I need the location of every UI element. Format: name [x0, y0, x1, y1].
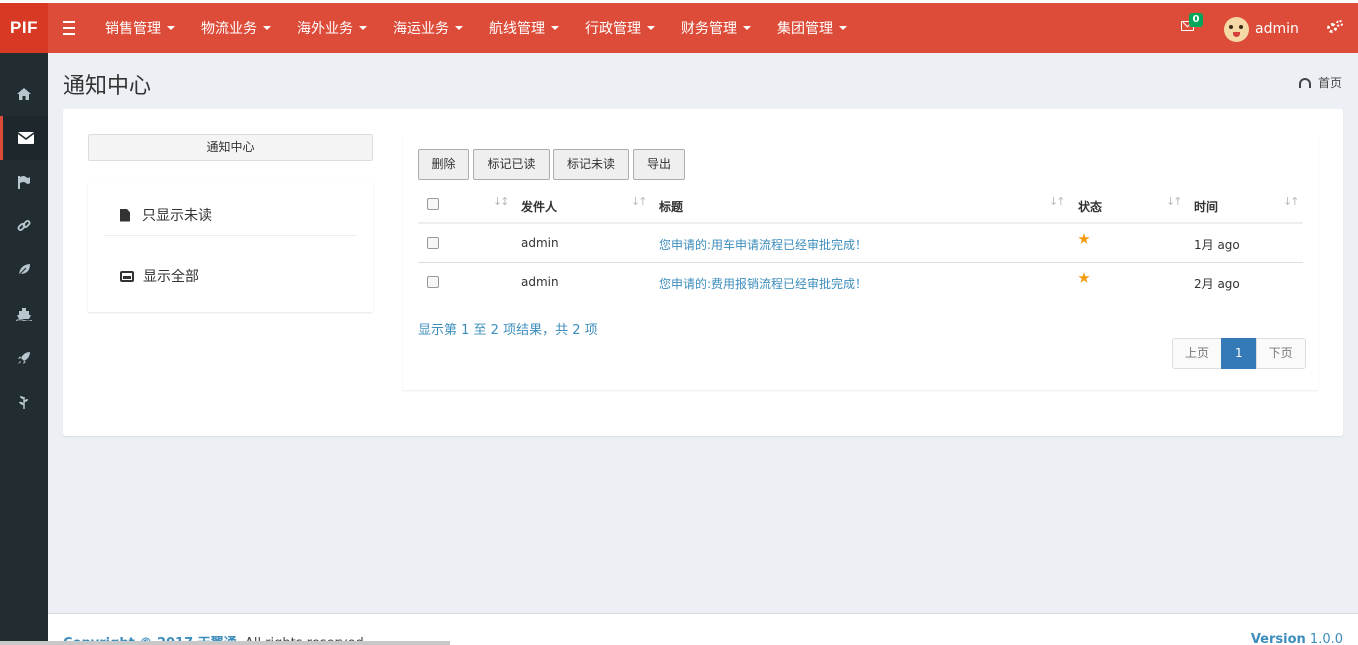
sidebar — [0, 53, 48, 645]
menu-logistics[interactable]: 物流业务 — [188, 3, 284, 53]
row-checkbox[interactable] — [427, 237, 439, 249]
sidebar-item-ship[interactable] — [0, 292, 48, 336]
link-icon — [17, 220, 31, 231]
row-time: 2月 ago — [1194, 277, 1240, 291]
caret-down-icon — [455, 26, 463, 30]
envelope-icon — [17, 132, 34, 144]
divider — [104, 235, 357, 236]
menu-shipping[interactable]: 海运业务 — [380, 3, 476, 53]
row-title-link[interactable]: 您申请的:用车申请流程已经审批完成！ — [659, 236, 867, 253]
row-sender: admin — [521, 236, 559, 250]
filter-panel: 只显示未读 显示全部 — [88, 181, 373, 312]
pagelines-icon — [19, 396, 28, 409]
gears-icon[interactable] — [1327, 20, 1343, 36]
mark-unread-button[interactable]: 标记未读 — [553, 149, 629, 180]
notification-box: 通知中心 只显示未读 显示全部 删除 标记已读 标记未读 导出 ↓↕ 发件人 ↓… — [63, 109, 1343, 436]
column-status[interactable]: 状态 — [1078, 198, 1102, 215]
sort-icon[interactable]: ↓↑ — [1166, 195, 1183, 208]
star-icon[interactable] — [1078, 272, 1090, 283]
table-row[interactable]: admin 您申请的:用车申请流程已经审批完成！ 1月 ago — [418, 224, 1303, 263]
user-menu[interactable]: admin — [1224, 15, 1299, 43]
table-header: ↓↕ 发件人 ↓↑ 标题 ↓↑ 状态 ↓↑ 时间 ↓↑ — [418, 186, 1303, 224]
sort-desc-icon[interactable]: ↓↕ — [493, 195, 510, 208]
menu-routes[interactable]: 航线管理 — [476, 3, 572, 53]
app-logo[interactable]: PIF — [0, 3, 48, 53]
menu-overseas[interactable]: 海外业务 — [284, 3, 380, 53]
column-time[interactable]: 时间 — [1194, 198, 1218, 215]
home-icon — [17, 88, 31, 100]
column-title[interactable]: 标题 — [659, 198, 683, 215]
caret-down-icon — [359, 26, 367, 30]
file-icon — [120, 208, 130, 222]
sort-icon[interactable]: ↓↑ — [1049, 195, 1066, 208]
mail-count-badge: 0 — [1189, 13, 1203, 27]
caret-down-icon — [839, 26, 847, 30]
mark-read-button[interactable]: 标记已读 — [473, 149, 550, 180]
page-title: 通知中心 — [63, 74, 152, 99]
page-1-button[interactable]: 1 — [1221, 338, 1257, 369]
leaf-icon — [17, 264, 30, 277]
next-page-button[interactable]: 下页 — [1255, 338, 1306, 369]
delete-button[interactable]: 删除 — [418, 149, 469, 180]
ship-icon — [16, 308, 32, 321]
inbox-icon — [120, 270, 134, 282]
menu-finance[interactable]: 财务管理 — [668, 3, 764, 53]
main-menu: 销售管理 物流业务 海外业务 海运业务 航线管理 行政管理 财务管理 集团管理 — [92, 3, 860, 53]
table-summary: 显示第 1 至 2 项结果，共 2 项 — [418, 323, 598, 338]
export-button[interactable]: 导出 — [633, 149, 685, 180]
star-icon[interactable] — [1078, 233, 1090, 244]
notification-center-button[interactable]: 通知中心 — [88, 134, 373, 161]
row-title-link[interactable]: 您申请的:费用报销流程已经审批完成！ — [659, 275, 867, 292]
sidebar-item-rocket[interactable] — [0, 336, 48, 380]
caret-down-icon — [551, 26, 559, 30]
breadcrumb-home[interactable]: 首页 — [1318, 74, 1342, 91]
sidebar-item-link[interactable] — [0, 204, 48, 248]
row-checkbox[interactable] — [427, 276, 439, 288]
row-time: 1月 ago — [1194, 238, 1240, 252]
menu-group[interactable]: 集团管理 — [764, 3, 860, 53]
filter-all-link[interactable]: 显示全部 — [120, 266, 199, 286]
caret-down-icon — [263, 26, 271, 30]
menu-admin[interactable]: 行政管理 — [572, 3, 668, 53]
filter-unread-link[interactable]: 只显示未读 — [120, 205, 212, 225]
caret-down-icon — [743, 26, 751, 30]
menu-sales[interactable]: 销售管理 — [92, 3, 188, 53]
sidebar-item-notifications[interactable] — [0, 116, 48, 160]
sidebar-toggle-icon[interactable] — [60, 17, 78, 37]
table-row[interactable]: admin 您申请的:费用报销流程已经审批完成！ 2月 ago — [418, 263, 1303, 302]
sort-icon[interactable]: ↓↑ — [631, 195, 648, 208]
select-all-checkbox[interactable] — [427, 198, 439, 210]
pagination: 上页 1 下页 — [1172, 338, 1306, 369]
breadcrumb[interactable]: 首页 — [1299, 74, 1342, 91]
user-name: admin — [1255, 21, 1299, 37]
prev-page-button[interactable]: 上页 — [1172, 338, 1223, 369]
sidebar-item-flag[interactable] — [0, 160, 48, 204]
row-sender: admin — [521, 275, 559, 289]
sort-icon[interactable]: ↓↑ — [1283, 195, 1300, 208]
sidebar-item-leaf[interactable] — [0, 248, 48, 292]
avatar — [1224, 16, 1249, 42]
horizontal-scrollbar[interactable] — [0, 641, 450, 645]
dashboard-icon — [1299, 77, 1311, 88]
sidebar-item-plant[interactable] — [0, 380, 48, 424]
caret-down-icon — [167, 26, 175, 30]
notification-list-panel: 删除 标记已读 标记未读 导出 ↓↕ 发件人 ↓↑ 标题 ↓↑ 状态 ↓↑ 时间… — [403, 136, 1318, 390]
flag-icon — [18, 176, 30, 189]
column-sender[interactable]: 发件人 — [521, 198, 557, 215]
caret-down-icon — [647, 26, 655, 30]
rocket-icon — [18, 352, 30, 364]
top-navbar: PIF 销售管理 物流业务 海外业务 海运业务 航线管理 行政管理 财务管理 集… — [0, 0, 1358, 53]
version: Version 1.0.0 — [1250, 632, 1343, 645]
sidebar-item-home[interactable] — [0, 72, 48, 116]
